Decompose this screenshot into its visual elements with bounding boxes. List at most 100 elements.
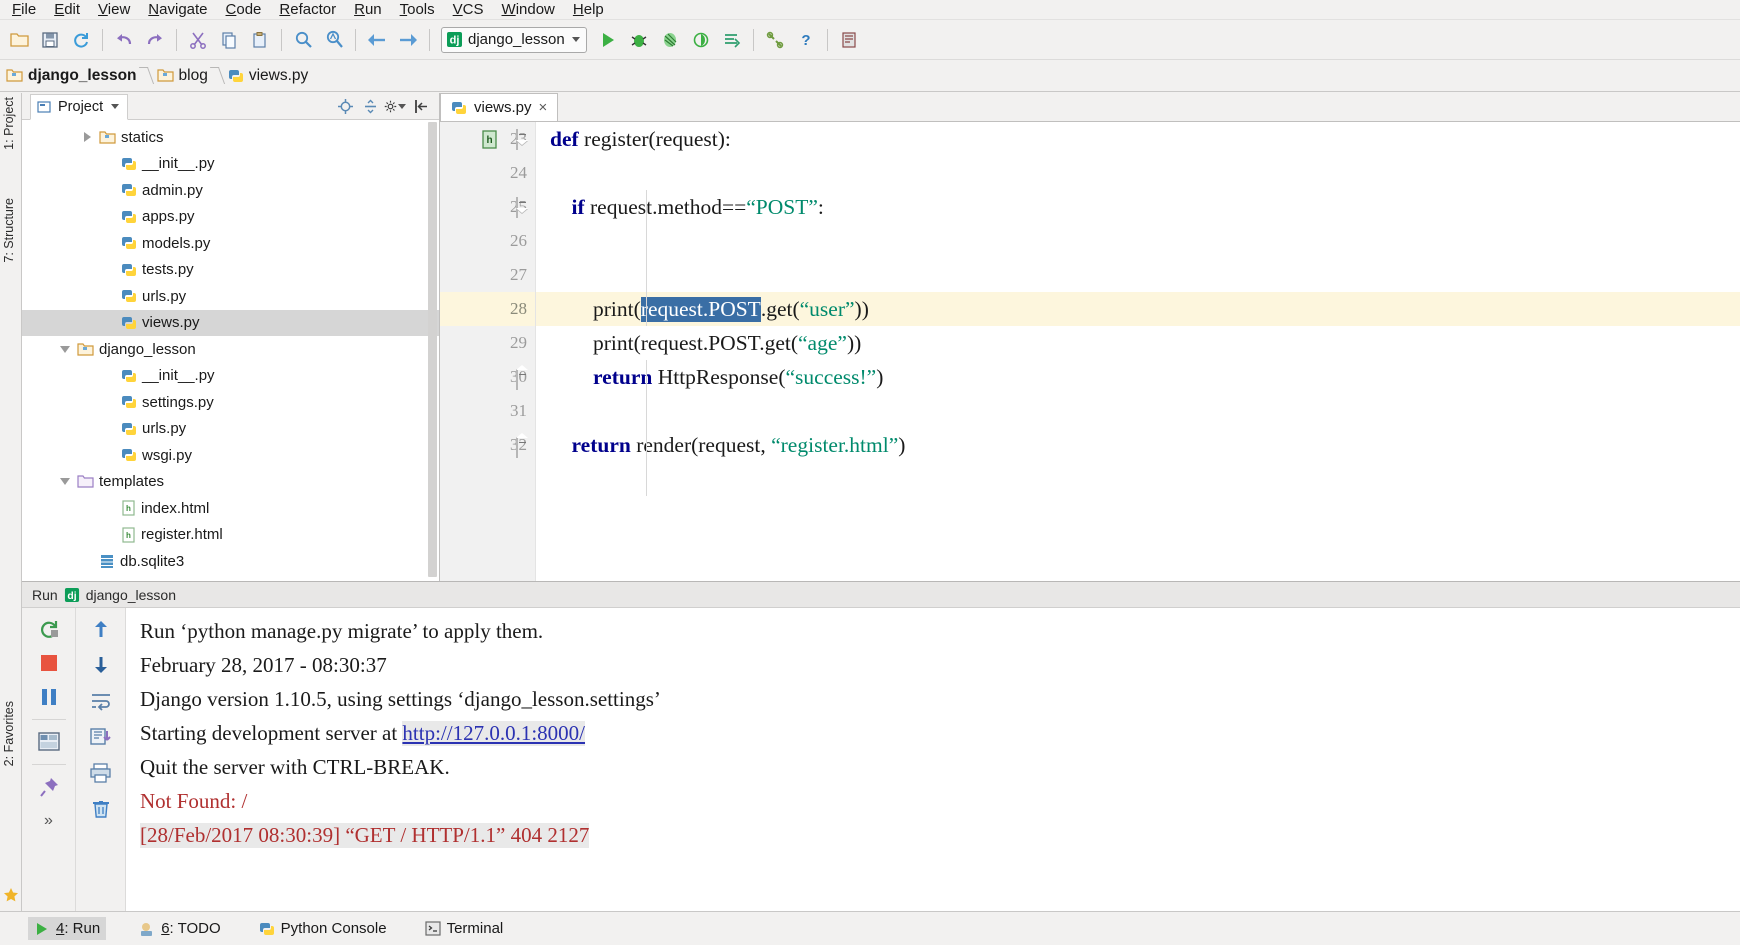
code-line-23[interactable]: def register (request):: [536, 122, 1740, 156]
code-line-29[interactable]: print(request.POST.get(“age”)): [536, 326, 1740, 360]
tree-item-apps-py[interactable]: apps.py: [22, 204, 439, 231]
gutter-line-28[interactable]: 28: [440, 292, 535, 326]
status-tab-terminal[interactable]: Terminal: [419, 917, 510, 940]
gutter-line-29[interactable]: 29: [440, 326, 535, 360]
tab-views-py[interactable]: views.py ×: [440, 93, 559, 121]
menu-view[interactable]: View: [90, 0, 138, 20]
tree-item-statics[interactable]: statics: [22, 124, 439, 151]
paste-icon[interactable]: [245, 25, 275, 55]
pin-icon[interactable]: [33, 772, 65, 802]
more-icon[interactable]: »: [33, 806, 65, 836]
menu-run[interactable]: Run: [346, 0, 390, 20]
soft-wrap-icon[interactable]: [85, 686, 117, 716]
sidebar-item-favorites[interactable]: 2: Favorites: [2, 701, 16, 766]
fold-end-icon[interactable]: [516, 437, 529, 458]
collapse-all-icon[interactable]: [359, 95, 381, 117]
menu-file[interactable]: File: [4, 0, 44, 20]
fold-open-icon[interactable]: [516, 197, 529, 218]
tree-item-wsgi-py[interactable]: wsgi.py: [22, 442, 439, 469]
tree-item-templates[interactable]: templates: [22, 469, 439, 496]
status-tab-6-todo[interactable]: 6: TODO: [132, 917, 226, 940]
print-icon[interactable]: [85, 758, 117, 788]
save-all-icon[interactable]: [35, 25, 65, 55]
menu-window[interactable]: Window: [494, 0, 563, 20]
code-line-26[interactable]: [536, 224, 1740, 258]
open-folder-icon[interactable]: [4, 25, 34, 55]
menu-edit[interactable]: Edit: [46, 0, 88, 20]
gutter-line-32[interactable]: 32: [440, 428, 535, 462]
gutter-line-25[interactable]: 25: [440, 190, 535, 224]
back-arrow-icon[interactable]: [362, 25, 392, 55]
sync-icon[interactable]: [66, 25, 96, 55]
breadcrumb-item-views-py[interactable]: views.py: [228, 67, 311, 85]
stop-icon[interactable]: [33, 648, 65, 678]
fold-open-icon[interactable]: [516, 129, 529, 150]
scroll-end-icon[interactable]: [85, 722, 117, 752]
code-line-25[interactable]: if request.method== “POST”:: [536, 190, 1740, 224]
breadcrumb-item-django_lesson[interactable]: django_lesson: [6, 67, 140, 85]
html-gutter-icon[interactable]: h: [478, 128, 500, 150]
tree-scrollbar-thumb[interactable]: [428, 122, 437, 577]
undo-icon[interactable]: [109, 25, 139, 55]
arrow-down-icon[interactable]: [85, 650, 117, 680]
menu-help[interactable]: Help: [565, 0, 612, 20]
profile-icon[interactable]: [686, 25, 716, 55]
tree-item-index-html[interactable]: h index.html: [22, 495, 439, 522]
gutter-line-23[interactable]: 23 h: [440, 122, 535, 156]
tree-item-admin-py[interactable]: admin.py: [22, 177, 439, 204]
tree-toggle-right-icon[interactable]: [80, 132, 94, 143]
database-icon[interactable]: [834, 25, 864, 55]
tree-toggle-down-icon[interactable]: [58, 478, 72, 486]
gear-icon[interactable]: [384, 95, 406, 117]
code-line-27[interactable]: [536, 258, 1740, 292]
menu-navigate[interactable]: Navigate: [140, 0, 215, 20]
fold-end-icon[interactable]: [516, 369, 529, 390]
chevron-down-icon[interactable]: [571, 37, 580, 42]
replace-icon[interactable]: [319, 25, 349, 55]
arrow-up-icon[interactable]: [85, 614, 117, 644]
forward-arrow-icon[interactable]: [393, 25, 423, 55]
code-line-31[interactable]: [536, 394, 1740, 428]
attach-icon[interactable]: [717, 25, 747, 55]
tree-item-settings-py[interactable]: settings.py: [22, 389, 439, 416]
gutter-line-26[interactable]: 26: [440, 224, 535, 258]
gutter-line-31[interactable]: 31: [440, 394, 535, 428]
code-line-24[interactable]: [536, 156, 1740, 190]
menu-code[interactable]: Code: [218, 0, 270, 20]
gutter-line-24[interactable]: 24: [440, 156, 535, 190]
menu-tools[interactable]: Tools: [392, 0, 443, 20]
tree-item-tests-py[interactable]: tests.py: [22, 257, 439, 284]
console-link[interactable]: http://127.0.0.1:8000/: [402, 720, 586, 746]
run-icon[interactable]: [593, 25, 623, 55]
close-icon[interactable]: ×: [539, 99, 548, 116]
gutter-line-30[interactable]: 30: [440, 360, 535, 394]
settings-wrench-icon[interactable]: [760, 25, 790, 55]
sidebar-item-structure[interactable]: 7: Structure: [2, 198, 16, 263]
tree-toggle-down-icon[interactable]: [58, 345, 72, 353]
trash-icon[interactable]: [85, 794, 117, 824]
help-icon[interactable]: ?: [791, 25, 821, 55]
redo-icon[interactable]: [140, 25, 170, 55]
sidebar-item-project[interactable]: 1: Project: [2, 97, 16, 150]
pause-icon[interactable]: [33, 682, 65, 712]
code-line-28[interactable]: print(request.POST .get(“user”)): [536, 292, 1740, 326]
run-configuration-selector[interactable]: dj django_lesson: [441, 26, 587, 53]
hide-panel-icon[interactable]: [409, 95, 431, 117]
rerun-icon[interactable]: [33, 614, 65, 644]
chevron-down-icon[interactable]: [111, 104, 120, 109]
tree-item---init---py[interactable]: __init__.py: [22, 363, 439, 390]
status-tab-4-run[interactable]: 4: Run: [28, 917, 107, 940]
status-tab-python-console[interactable]: Python Console: [253, 917, 393, 940]
tree-item-db-sqlite3[interactable]: db.sqlite3: [22, 548, 439, 575]
layout-icon[interactable]: [33, 727, 65, 757]
tab-project[interactable]: Project: [30, 93, 129, 120]
code-line-32[interactable]: return render(request, “register.html”): [536, 428, 1740, 462]
tree-item-django-lesson[interactable]: django_lesson: [22, 336, 439, 363]
tree-item---init---py[interactable]: __init__.py: [22, 151, 439, 178]
copy-icon[interactable]: [214, 25, 244, 55]
find-icon[interactable]: [288, 25, 318, 55]
coverage-icon[interactable]: [655, 25, 685, 55]
tree-item-models-py[interactable]: models.py: [22, 230, 439, 257]
console-output[interactable]: Run ‘python manage.py migrate’ to apply …: [126, 608, 1740, 911]
menu-refactor[interactable]: Refactor: [271, 0, 344, 20]
